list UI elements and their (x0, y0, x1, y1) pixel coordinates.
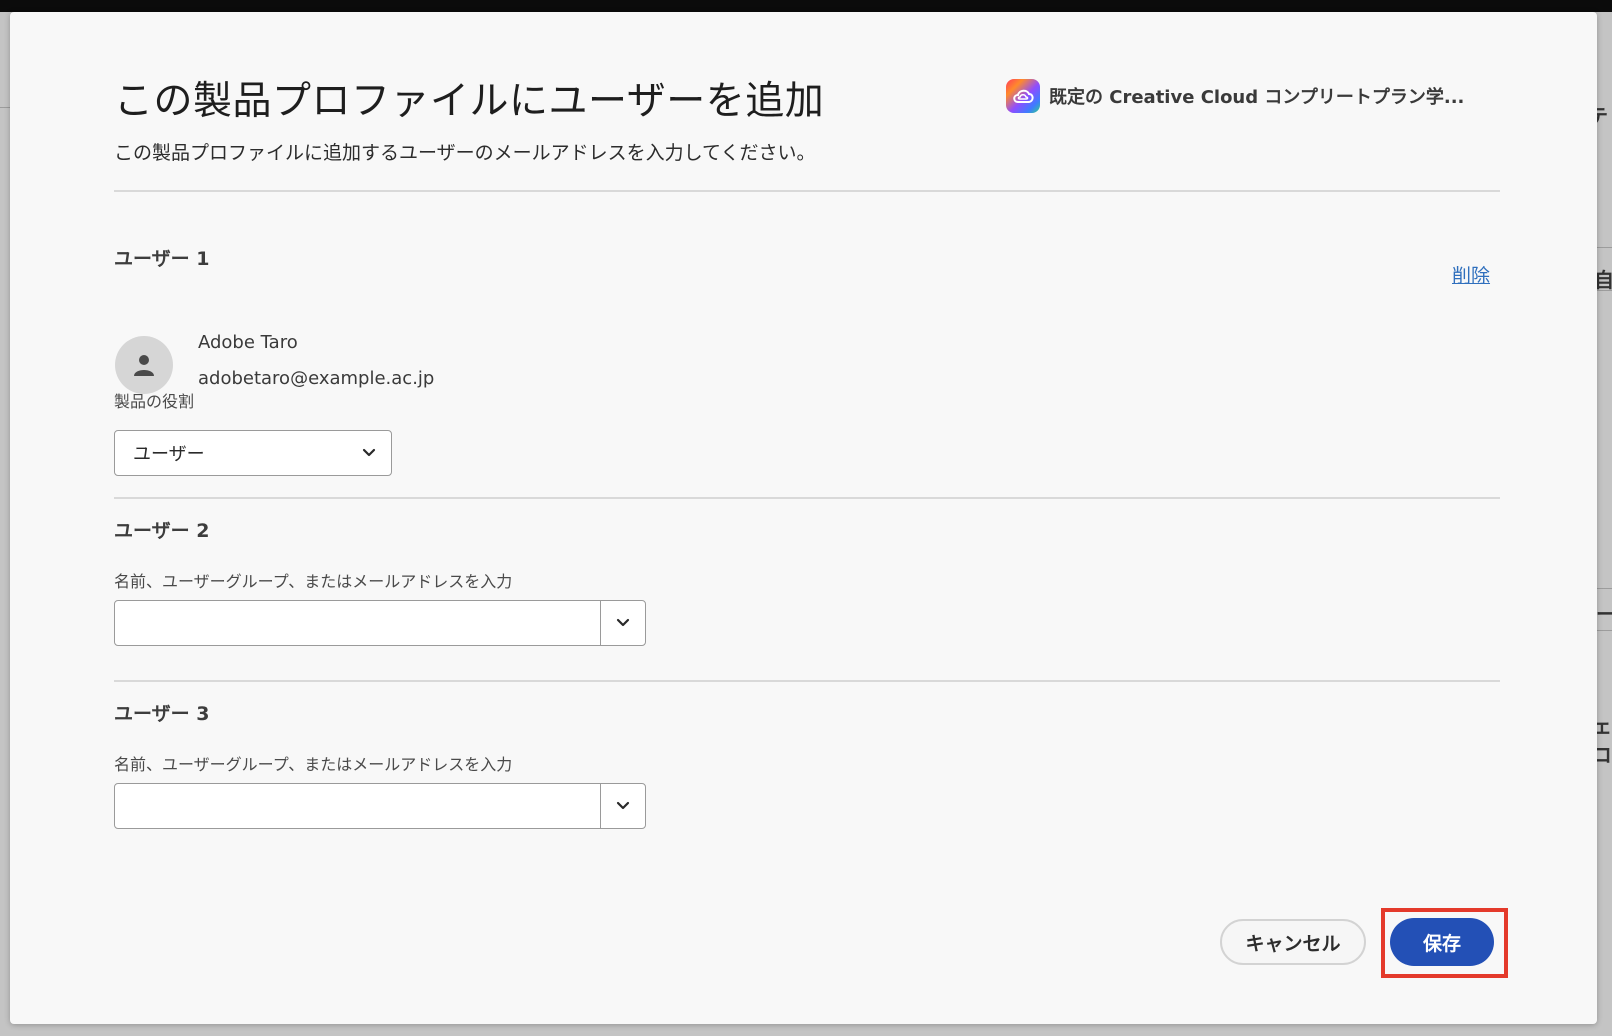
person-icon (134, 355, 154, 376)
save-button[interactable]: 保存 (1390, 918, 1494, 966)
user-divider (114, 680, 1500, 682)
header-divider (114, 190, 1500, 192)
product-role-value: ユーザー (133, 444, 205, 465)
background-divider (1597, 588, 1612, 589)
add-users-dialog: この製品プロファイルにユーザーを追加 この製品プロファイルに追加するユーザーのメ… (10, 12, 1597, 1024)
user-2-dropdown-button[interactable] (600, 601, 645, 645)
user-1-name: Adobe Taro (198, 332, 298, 353)
background-divider (1597, 247, 1612, 248)
user-3-input-label: 名前、ユーザーグループ、またはメールアドレスを入力 (114, 755, 513, 774)
user-3-dropdown-button[interactable] (600, 784, 645, 828)
dialog-title: この製品プロファイルにユーザーを追加 (114, 79, 825, 124)
product-profile-badge: 既定の Creative Cloud コンプリートプラン学... (1006, 79, 1464, 113)
user-1-email: adobetaro@example.ac.jp (198, 368, 435, 389)
user-divider (114, 497, 1500, 499)
product-role-label: 製品の役割 (114, 392, 195, 411)
top-bar (0, 0, 1612, 12)
background-divider (1597, 290, 1612, 291)
user-1-heading: ユーザー 1 (114, 248, 210, 270)
user-3-combobox (114, 783, 646, 829)
cancel-button[interactable]: キャンセル (1220, 919, 1366, 965)
creative-cloud-icon (1006, 79, 1040, 113)
chevron-down-icon (362, 448, 376, 457)
chevron-down-icon (616, 618, 630, 627)
user-2-heading: ユーザー 2 (114, 520, 210, 542)
user-2-input-label: 名前、ユーザーグループ、またはメールアドレスを入力 (114, 572, 513, 591)
background-divider (1597, 630, 1612, 631)
chevron-down-icon (616, 801, 630, 810)
delete-user-1-link[interactable]: 削除 (1452, 261, 1490, 288)
user-2-combobox (114, 600, 646, 646)
dialog-subtitle: この製品プロファイルに追加するユーザーのメールアドレスを入力してください。 (114, 142, 816, 164)
user-3-search-input[interactable] (115, 784, 600, 828)
background-text: ー (1596, 602, 1612, 626)
product-profile-name: 既定の Creative Cloud コンプリートプラン学... (1049, 87, 1465, 108)
product-role-select[interactable]: ユーザー (114, 430, 392, 476)
user-3-heading: ユーザー 3 (114, 703, 210, 725)
avatar (115, 336, 173, 394)
user-2-search-input[interactable] (115, 601, 600, 645)
